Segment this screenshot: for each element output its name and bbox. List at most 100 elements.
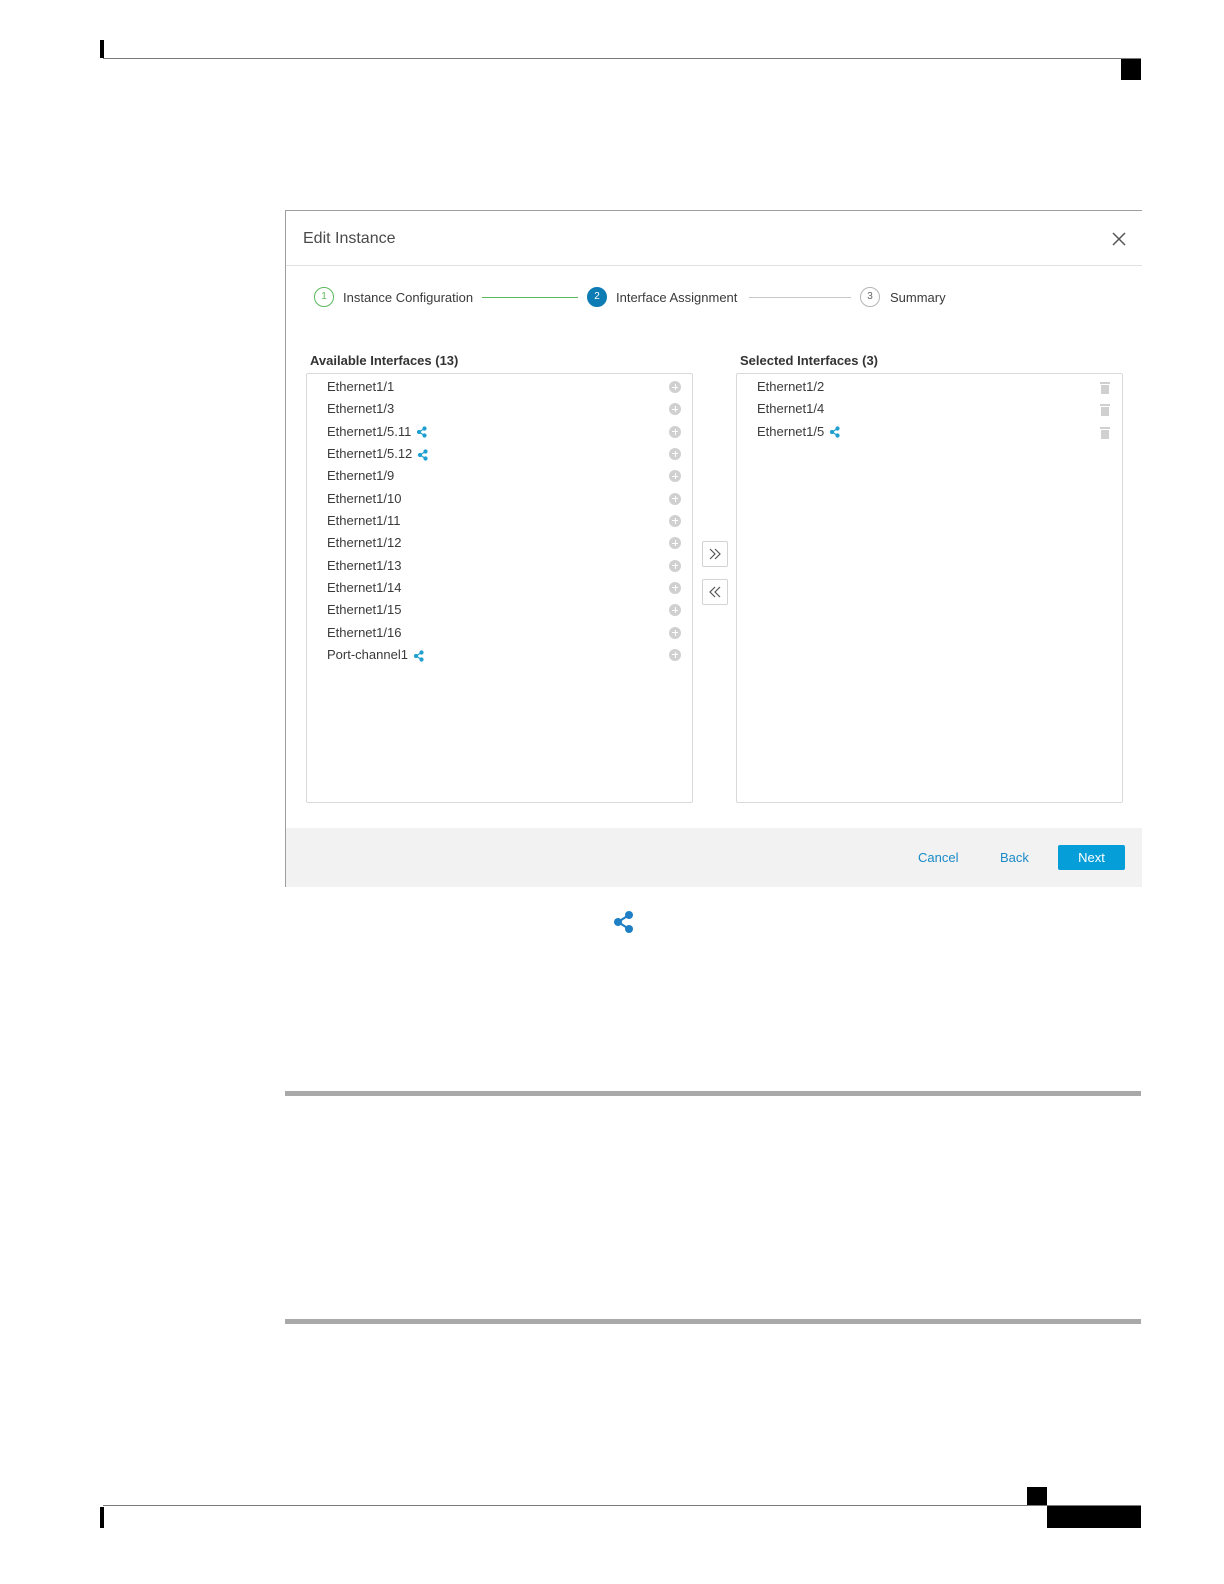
- interface-name: Ethernet1/12: [327, 535, 402, 551]
- list-item[interactable]: Ethernet1/14: [307, 577, 692, 599]
- interface-label: Ethernet1/12: [327, 535, 401, 550]
- cancel-button[interactable]: Cancel: [918, 850, 958, 865]
- step-1-circle: 1: [314, 287, 334, 307]
- add-circle-icon[interactable]: [669, 537, 681, 550]
- list-item[interactable]: Ethernet1/5: [737, 421, 1122, 443]
- step-2-label: Interface Assignment: [616, 290, 738, 305]
- interface-label: Ethernet1/5: [757, 424, 841, 439]
- interface-name: Ethernet1/1: [327, 379, 395, 394]
- interface-name: Port-channel1: [327, 646, 408, 662]
- footer-page-block: [1047, 1506, 1141, 1528]
- interface-label: Ethernet1/11: [327, 513, 400, 528]
- list-item[interactable]: Ethernet1/4: [737, 398, 1122, 420]
- close-button[interactable]: [1108, 228, 1130, 250]
- step-3-circle: 3: [860, 287, 880, 307]
- add-circle-icon[interactable]: [669, 447, 681, 460]
- list-item[interactable]: Ethernet1/10: [307, 488, 692, 510]
- trash-icon[interactable]: [1100, 381, 1110, 399]
- add-all-button[interactable]: [702, 541, 728, 567]
- interface-label: Ethernet1/9: [327, 468, 394, 483]
- list-item[interactable]: Ethernet1/9: [307, 465, 692, 487]
- list-item[interactable]: Ethernet1/16: [307, 622, 692, 644]
- step-2-circle: 2: [587, 287, 607, 307]
- step-1-label: Instance Configuration: [343, 290, 474, 305]
- interface-name: Ethernet1/4: [757, 401, 825, 417]
- double-chevron-right-icon: [709, 548, 721, 560]
- interface-label: Ethernet1/5.11: [327, 424, 428, 439]
- list-item[interactable]: Ethernet1/1: [307, 376, 692, 398]
- add-circle-icon[interactable]: [669, 648, 681, 661]
- trash-icon[interactable]: [1100, 403, 1110, 421]
- add-circle-icon[interactable]: [669, 403, 681, 416]
- share-icon: [830, 426, 840, 438]
- add-circle-icon[interactable]: [669, 581, 681, 594]
- header-margin-bar: [100, 40, 104, 58]
- interface-name: Ethernet1/5.11: [327, 423, 412, 439]
- interface-name: Ethernet1/5: [757, 423, 825, 439]
- interface-label: Ethernet1/14: [327, 580, 401, 595]
- trash-icon[interactable]: [1100, 426, 1110, 444]
- add-circle-icon[interactable]: [669, 514, 681, 527]
- list-item[interactable]: Ethernet1/5.11: [307, 421, 692, 443]
- stepper: 1 Instance Configuration 2 Interface Ass…: [286, 286, 1142, 310]
- dialog-footer: Cancel Back Next: [286, 828, 1142, 887]
- interface-label: Ethernet1/1: [327, 379, 394, 394]
- interface-label: Ethernet1/13: [327, 558, 401, 573]
- shared-interface-legend: [612, 910, 636, 939]
- selected-interfaces-heading: Selected Interfaces (3): [740, 353, 879, 368]
- interface-label: Ethernet1/4: [757, 401, 824, 416]
- interface-name: Ethernet1/9: [327, 468, 395, 484]
- share-icon: [413, 649, 424, 662]
- selected-interfaces-list[interactable]: Ethernet1/2 Ethernet1/4 Ethernet1/5: [736, 373, 1123, 803]
- interface-name: Ethernet1/3: [327, 401, 395, 417]
- next-button[interactable]: Next: [1058, 845, 1125, 870]
- list-item[interactable]: Ethernet1/3: [307, 398, 692, 420]
- section-divider-2: [285, 1319, 1141, 1324]
- footer-rule: [103, 1505, 1141, 1506]
- add-circle-icon[interactable]: [669, 425, 681, 438]
- list-item[interactable]: Ethernet1/13: [307, 555, 692, 577]
- add-circle-icon[interactable]: [669, 604, 681, 617]
- add-circle-icon[interactable]: [669, 626, 681, 639]
- step-connector-2: [749, 297, 851, 298]
- available-interfaces-heading: Available Interfaces (13): [310, 353, 459, 368]
- step-connector-1: [482, 297, 578, 298]
- dialog-title: Edit Instance: [303, 230, 396, 247]
- interface-name: Ethernet1/15: [327, 602, 402, 618]
- section-divider-1: [285, 1091, 1141, 1096]
- dialog-title-divider: [286, 265, 1142, 266]
- interface-name: Ethernet1/2: [757, 379, 825, 394]
- interface-label: Ethernet1/10: [327, 491, 401, 506]
- list-item[interactable]: Ethernet1/5.12: [307, 443, 692, 465]
- double-chevron-left-icon: [709, 586, 721, 598]
- interface-label: Port-channel1: [327, 647, 425, 662]
- header-corner-block: [1121, 59, 1141, 80]
- add-circle-icon[interactable]: [669, 381, 681, 393]
- add-circle-icon[interactable]: [669, 470, 681, 483]
- list-item[interactable]: Ethernet1/12: [307, 532, 692, 554]
- interface-name: Ethernet1/14: [327, 579, 402, 595]
- list-item[interactable]: Ethernet1/15: [307, 599, 692, 621]
- edit-instance-dialog: Edit Instance 1 Instance Configuration 2…: [285, 210, 1142, 887]
- back-button[interactable]: Back: [1000, 850, 1029, 865]
- interface-name: Ethernet1/11: [327, 512, 401, 528]
- add-circle-icon[interactable]: [669, 492, 681, 505]
- interface-name: Ethernet1/5.12: [327, 445, 413, 461]
- share-icon: [418, 448, 428, 461]
- footer-margin-bar: [100, 1507, 104, 1528]
- list-item[interactable]: Ethernet1/11: [307, 510, 692, 532]
- remove-all-button[interactable]: [702, 579, 728, 605]
- step-3-label: Summary: [890, 290, 946, 305]
- add-circle-icon[interactable]: [669, 559, 681, 572]
- list-item[interactable]: Port-channel1: [307, 644, 692, 666]
- available-interfaces-list[interactable]: Ethernet1/1 Ethernet1/3 Ethernet1/5.11 Ethe…: [306, 373, 693, 803]
- share-icon: [417, 426, 427, 438]
- interface-name: Ethernet1/10: [327, 490, 402, 506]
- header-rule: [103, 58, 1141, 59]
- list-item[interactable]: Ethernet1/2: [737, 376, 1122, 398]
- interface-label: Ethernet1/2: [757, 379, 824, 394]
- interface-name: Ethernet1/13: [327, 557, 402, 573]
- interface-label: Ethernet1/5.12: [327, 446, 429, 461]
- footer-corner-block: [1027, 1487, 1047, 1505]
- share-icon: [614, 911, 633, 933]
